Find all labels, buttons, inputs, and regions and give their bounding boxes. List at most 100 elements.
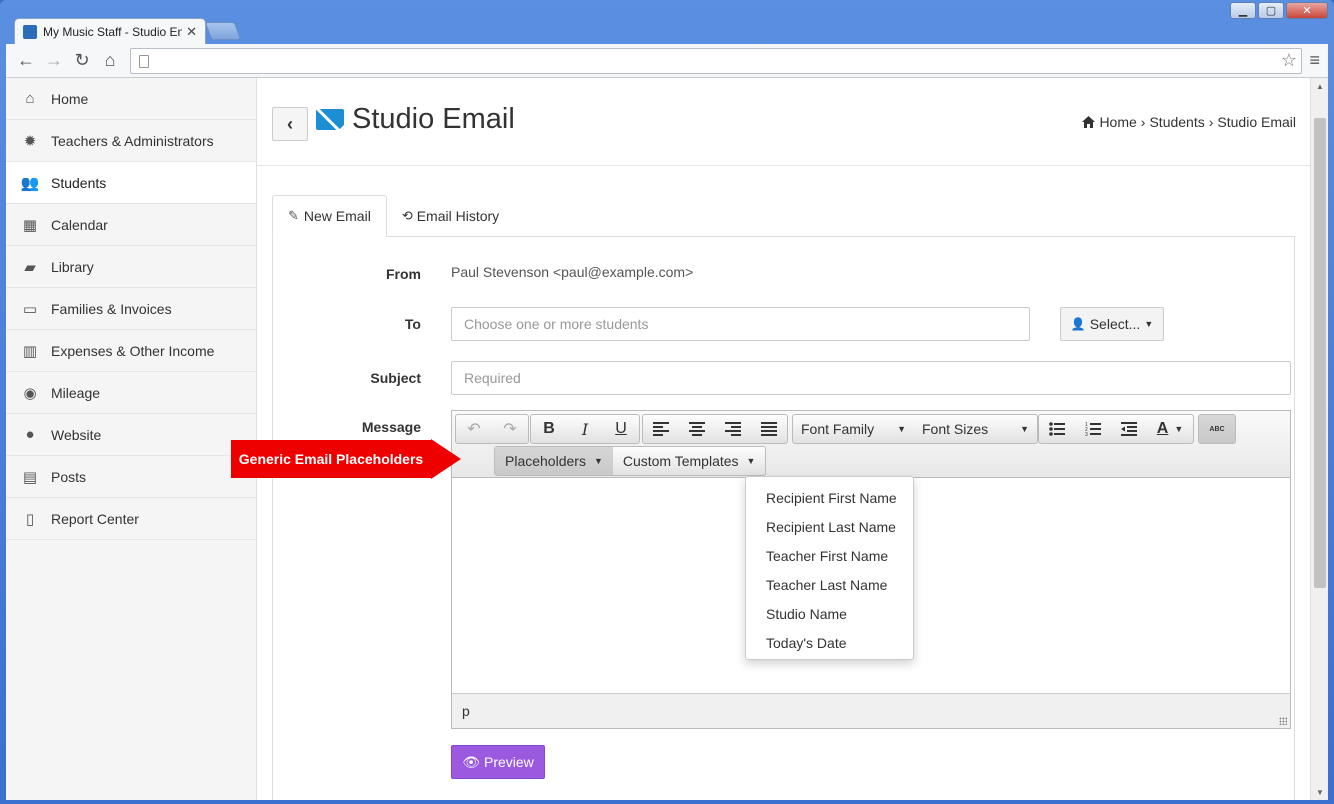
custom-templates-button[interactable]: Custom Templates ▼ — [613, 447, 766, 475]
font-family-select[interactable]: Font Family ▼ — [793, 415, 914, 443]
align-right-icon[interactable] — [715, 415, 751, 443]
subject-input[interactable]: Required — [451, 361, 1291, 395]
placeholder-option[interactable]: Studio Name — [746, 599, 913, 628]
sidebar-item-expenses-other-income[interactable]: ▥ Expenses & Other Income — [6, 330, 256, 372]
tab-email-history-label: Email History — [416, 208, 500, 224]
resize-handle[interactable] — [1279, 717, 1287, 725]
browser-tab[interactable]: My Music Staff - Studio En ✕ — [14, 18, 206, 44]
numbered-list-icon[interactable]: 123 — [1075, 415, 1111, 443]
align-center-icon[interactable] — [679, 415, 715, 443]
bookmark-star-icon[interactable]: ☆ — [1281, 50, 1297, 71]
placeholder-option[interactable]: Teacher Last Name — [746, 570, 913, 599]
underline-button[interactable]: U — [603, 415, 639, 443]
home-icon[interactable]: ⌂ — [96, 47, 124, 75]
sidebar-item-label: Website — [51, 426, 102, 443]
history-group: ↶ ↷ — [455, 414, 529, 444]
outdent-icon[interactable] — [1111, 415, 1147, 443]
element-path[interactable]: p — [462, 703, 470, 719]
preview-button[interactable]: 👁 Preview — [451, 745, 545, 779]
annotation-callout: Generic Email Placeholders — [231, 439, 461, 479]
placeholders-button[interactable]: Placeholders ▼ — [495, 447, 613, 475]
new-tab-button[interactable] — [204, 22, 242, 40]
sidebar-item-students[interactable]: 👥 Students — [6, 162, 256, 204]
scroll-thumb[interactable] — [1314, 118, 1326, 588]
home-icon: ⌂ — [25, 90, 35, 107]
newspaper-icon: ▤ — [22, 468, 38, 486]
preview-label: Preview — [483, 754, 534, 770]
scroll-down-icon[interactable]: ▼ — [1311, 784, 1328, 800]
page-viewport: ⌂ Home ✹ Teachers & Administrators 👥 Students… — [6, 78, 1328, 800]
scroll-up-icon[interactable]: ▲ — [1311, 78, 1328, 94]
select-students-button[interactable]: 👤 Select... ▼ — [1060, 307, 1164, 341]
format-group: B I U — [530, 414, 640, 444]
breadcrumb-home-icon — [1082, 116, 1096, 128]
breadcrumb-students[interactable]: Students — [1149, 114, 1204, 130]
caret-down-icon: ▼ — [746, 456, 756, 466]
sidebar-item-label: Library — [51, 258, 94, 275]
sidebar-item-teachers-administrators[interactable]: ✹ Teachers & Administrators — [6, 120, 256, 162]
minimize-button[interactable]: ▁ — [1230, 2, 1256, 19]
reload-icon[interactable]: ↻ — [68, 47, 96, 75]
bold-button[interactable]: B — [531, 415, 567, 443]
breadcrumb-separator: › — [1140, 114, 1146, 130]
sidebar-item-label: Students — [51, 174, 107, 191]
browser-menu-icon[interactable]: ≡ — [1309, 50, 1320, 71]
page-icon — [139, 54, 149, 68]
undo-icon[interactable]: ↶ — [456, 415, 492, 443]
tab-new-email[interactable]: ✎ New Email — [272, 195, 387, 237]
forward-arrow-icon[interactable]: → — [40, 47, 68, 75]
tab-new-email-label: New Email — [303, 208, 371, 224]
bar-chart-icon: ▥ — [22, 342, 38, 360]
sidebar-item-families-invoices[interactable]: ▭ Families & Invoices — [6, 288, 256, 330]
from-label: From — [386, 266, 421, 282]
sidebar-item-library[interactable]: ▰ Library — [6, 246, 256, 288]
annotation-label: Generic Email Placeholders — [231, 440, 431, 478]
font-family-label: Font Family — [801, 421, 875, 437]
tab-strip: My Music Staff - Studio En ✕ ▁ ▢ ✕ — [0, 0, 1334, 44]
placeholder-option[interactable]: Recipient First Name — [746, 483, 913, 512]
redo-icon[interactable]: ↷ — [492, 415, 528, 443]
font-sizes-label: Font Sizes — [922, 421, 989, 437]
tab-email-history[interactable]: ⟲ Email History — [387, 195, 514, 237]
align-left-icon[interactable] — [643, 415, 679, 443]
align-justify-icon[interactable] — [751, 415, 787, 443]
to-input[interactable]: Choose one or more students — [451, 307, 1030, 341]
gear-icon: ✹ — [23, 132, 37, 150]
back-button[interactable]: ‹ — [272, 107, 308, 141]
sidebar: ⌂ Home ✹ Teachers & Administrators 👥 Students… — [6, 78, 257, 800]
envelope-icon — [316, 109, 344, 130]
placeholder-option[interactable]: Teacher First Name — [746, 541, 913, 570]
italic-button[interactable]: I — [567, 415, 603, 443]
sidebar-item-home[interactable]: ⌂ Home — [6, 78, 256, 120]
placeholder-option[interactable]: Today's Date — [746, 628, 913, 657]
page-scrollbar[interactable]: ▲ ▼ — [1310, 78, 1328, 800]
sidebar-item-calendar[interactable]: ▦ Calendar — [6, 204, 256, 246]
placeholder-option[interactable]: Recipient Last Name — [746, 512, 913, 541]
maximize-button[interactable]: ▢ — [1258, 2, 1284, 19]
page-title: Studio Email — [316, 103, 515, 136]
window-controls: ▁ ▢ ✕ — [1230, 2, 1328, 19]
text-color-button[interactable]: A ▼ — [1147, 415, 1193, 443]
breadcrumb-separator: › — [1208, 114, 1214, 130]
font-sizes-select[interactable]: Font Sizes ▼ — [914, 415, 1037, 443]
list-group: 123 A ▼ — [1038, 414, 1194, 444]
align-group — [642, 414, 788, 444]
history-icon: ⟲ — [401, 208, 413, 223]
sidebar-item-posts[interactable]: ▤ Posts — [6, 456, 256, 498]
book-icon: ▰ — [24, 258, 36, 276]
tab-close-icon[interactable]: ✕ — [186, 24, 197, 40]
bullet-list-icon[interactable] — [1039, 415, 1075, 443]
close-window-button[interactable]: ✕ — [1286, 2, 1328, 19]
address-bar[interactable]: ☆ — [130, 48, 1302, 74]
editor-toolbar: ↶ ↷ B I U Font Family ▼ Font Sizes ▼ 1 2… — [452, 411, 1290, 478]
sidebar-item-label: Calendar — [51, 216, 108, 233]
sidebar-item-website[interactable]: ● Website — [6, 414, 256, 456]
sidebar-item-mileage[interactable]: ◉ Mileage — [6, 372, 256, 414]
sidebar-item-report-center[interactable]: ▯ Report Center — [6, 498, 256, 540]
back-arrow-icon[interactable]: ← — [12, 47, 40, 75]
sidebar-item-label: Home — [51, 90, 89, 107]
sidebar-item-label: Report Center — [51, 510, 139, 527]
user-icon: 👤 — [1070, 317, 1086, 331]
breadcrumb-home[interactable]: Home — [1099, 114, 1136, 130]
spellcheck-button[interactable]: ABC — [1199, 415, 1235, 443]
